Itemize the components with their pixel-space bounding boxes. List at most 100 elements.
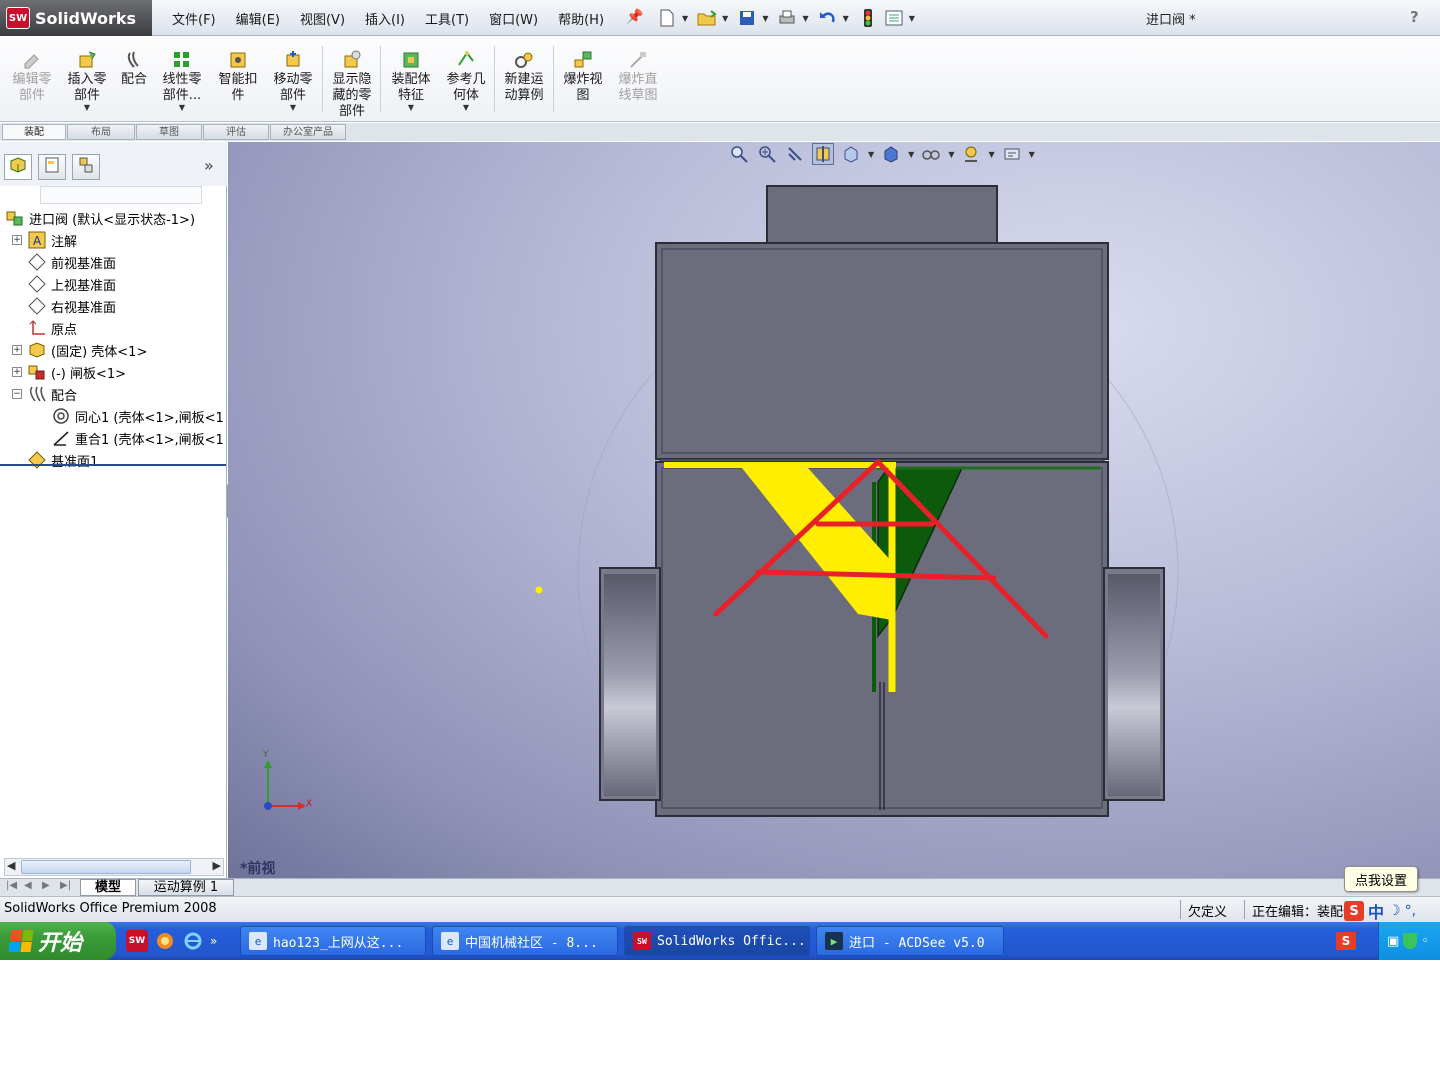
sogou-ime-icon[interactable]: S: [1344, 901, 1364, 921]
expand-plus-icon[interactable]: +: [12, 345, 22, 355]
tab-office-products[interactable]: 办公室产品: [270, 124, 346, 140]
security-shield-icon[interactable]: [1403, 933, 1418, 949]
taskbar-button-cmiw[interactable]: e 中国机械社区 - 8...: [432, 926, 618, 956]
menu-view[interactable]: 视图(V): [290, 9, 355, 28]
tab-nav-prev-icon[interactable]: ◀: [24, 880, 32, 891]
linear-pattern-button[interactable]: 线性零 部件... ▼: [155, 50, 209, 112]
mate-button[interactable]: 配合: [107, 50, 161, 88]
tree-item-right-plane[interactable]: 右视基准面: [28, 296, 116, 316]
tray-more-icon[interactable]: ◦: [1421, 934, 1429, 949]
chevron-down-icon[interactable]: ▼: [155, 104, 209, 112]
menu-window[interactable]: 窗口(W): [479, 9, 548, 28]
menu-file[interactable]: 文件(F): [162, 9, 226, 28]
network-icon[interactable]: ▣: [1387, 934, 1399, 949]
open-folder-icon[interactable]: [696, 7, 718, 29]
expand-plus-icon[interactable]: +: [12, 367, 22, 377]
internet-explorer-icon[interactable]: [182, 930, 204, 952]
move-component-button[interactable]: 移动零 部件 ▼: [266, 50, 320, 112]
rebuild-traffic-light-icon[interactable]: [857, 7, 879, 29]
tree-item-top-plane[interactable]: 上视基准面: [28, 274, 116, 294]
tab-layout[interactable]: 布局: [67, 124, 135, 140]
pin-menu-icon[interactable]: 📌: [626, 9, 644, 27]
exploded-view-button[interactable]: 爆炸视 图: [556, 50, 610, 104]
tree-item-annotations[interactable]: + A 注解: [12, 230, 77, 250]
solidworks-logo[interactable]: SW SolidWorks: [0, 0, 152, 36]
chevron-down-icon[interactable]: ▼: [266, 104, 320, 112]
show-hidden-components-button[interactable]: 显示隐 藏的零 部件: [325, 50, 379, 120]
tab-model[interactable]: 模型: [80, 879, 136, 896]
collapse-minus-icon[interactable]: −: [12, 389, 22, 399]
tree-item-gate[interactable]: + (-) 闸板<1>: [12, 362, 126, 382]
tree-item-concentric-mate[interactable]: 同心1 (壳体<1>,闸板<1: [52, 406, 224, 426]
document-title: 进口阀 *: [1146, 13, 1196, 28]
tab-nav-last-icon[interactable]: ▶|: [60, 880, 71, 891]
input-method-bar[interactable]: S 中 ☽ °,: [1344, 899, 1416, 923]
tab-nav-next-icon[interactable]: ▶: [42, 880, 50, 891]
chevron-down-icon[interactable]: ▼: [384, 104, 438, 112]
menu-edit[interactable]: 编辑(E): [226, 9, 290, 28]
firefox-like-icon[interactable]: [154, 930, 176, 952]
ime-language[interactable]: 中: [1368, 899, 1384, 923]
graphics-viewport[interactable]: ▼ ▼ ▼ ▼ ▼ Y X *前视: [228, 142, 1440, 878]
tab-motion-study-1[interactable]: 运动算例 1: [138, 879, 234, 896]
tab-feature-tree[interactable]: [4, 154, 32, 180]
chevron-down-icon[interactable]: ▼: [439, 104, 493, 112]
reference-geometry-button[interactable]: 参考几 何体 ▼: [439, 50, 493, 112]
tab-assembly[interactable]: 装配: [2, 124, 66, 140]
print-icon[interactable]: [776, 7, 798, 29]
tree-label: 配合: [51, 388, 78, 404]
menu-help[interactable]: 帮助(H): [548, 9, 614, 28]
menu-insert[interactable]: 插入(I): [355, 9, 415, 28]
tab-sketch[interactable]: 草图: [136, 124, 202, 140]
tree-item-mates[interactable]: − 配合: [12, 384, 77, 404]
valve-model-drawing[interactable]: [228, 142, 1440, 878]
scroll-right-icon[interactable]: ▶: [213, 859, 221, 872]
tree-root-assembly[interactable]: 进口阀 (默认<显示状态-1>): [6, 208, 195, 228]
smart-fasteners-button[interactable]: 智能扣 件: [211, 50, 265, 104]
menu-tools[interactable]: 工具(T): [415, 9, 479, 28]
scroll-thumb[interactable]: [21, 860, 191, 874]
tab-property-manager[interactable]: [38, 154, 66, 180]
tree-item-origin[interactable]: 原点: [28, 318, 77, 338]
tree-item-plane1[interactable]: 基准面1: [28, 450, 98, 470]
tree-horizontal-scrollbar[interactable]: ◀ ▶: [4, 858, 224, 876]
undo-icon[interactable]: [817, 7, 839, 29]
tree-item-coincident-mate[interactable]: 重合1 (壳体<1>,闸板<1: [52, 428, 224, 448]
ime-settings-tooltip[interactable]: 点我设置: [1344, 866, 1418, 892]
quick-launch-more-icon[interactable]: »: [210, 934, 217, 948]
new-document-icon[interactable]: [656, 7, 678, 29]
taskbar-button-acdsee[interactable]: ▶ 进口 - ACDSee v5.0: [816, 926, 1004, 956]
taskbar-button-solidworks[interactable]: SW SolidWorks Offic...: [624, 926, 810, 956]
expand-panel-icon[interactable]: »: [204, 156, 214, 175]
new-motion-study-button[interactable]: 新建运 动算例: [497, 50, 551, 104]
tab-configuration-manager[interactable]: [72, 154, 100, 180]
save-icon[interactable]: [736, 7, 758, 29]
options-icon[interactable]: [883, 7, 905, 29]
chevron-down-icon[interactable]: ▼: [909, 14, 915, 23]
tree-item-housing[interactable]: + (固定) 壳体<1>: [12, 340, 147, 360]
start-button[interactable]: 开始: [0, 922, 116, 960]
punctuation-icon[interactable]: °,: [1405, 903, 1416, 919]
edit-component-button[interactable]: 编辑零 部件: [5, 50, 59, 104]
rollback-bar[interactable]: [0, 464, 226, 466]
solidworks-launch-icon[interactable]: SW: [126, 930, 148, 952]
help-icon[interactable]: ?: [1410, 8, 1419, 26]
expand-plus-icon[interactable]: +: [12, 235, 22, 245]
scroll-left-icon[interactable]: ◀: [7, 859, 15, 872]
chevron-down-icon[interactable]: ▼: [682, 14, 688, 23]
insert-components-button[interactable]: 插入零 部件 ▼: [60, 50, 114, 112]
chevron-down-icon[interactable]: ▼: [762, 14, 768, 23]
tab-evaluate[interactable]: 评估: [203, 124, 269, 140]
assembly-features-button[interactable]: 装配体 特征 ▼: [384, 50, 438, 112]
chevron-down-icon[interactable]: ▼: [802, 14, 808, 23]
explode-line-sketch-button[interactable]: 爆炸直 线草图: [611, 50, 665, 104]
tray-sogou-icon[interactable]: S: [1336, 932, 1356, 950]
chevron-down-icon[interactable]: ▼: [843, 14, 849, 23]
chevron-down-icon[interactable]: ▼: [722, 14, 728, 23]
chevron-down-icon[interactable]: ▼: [60, 104, 114, 112]
tree-item-front-plane[interactable]: 前视基准面: [28, 252, 116, 272]
tree-filter-box[interactable]: [40, 186, 202, 204]
half-width-moon-icon[interactable]: ☽: [1388, 903, 1401, 919]
taskbar-button-hao123[interactable]: e hao123_上网从这...: [240, 926, 426, 956]
tab-nav-first-icon[interactable]: |◀: [6, 880, 17, 891]
